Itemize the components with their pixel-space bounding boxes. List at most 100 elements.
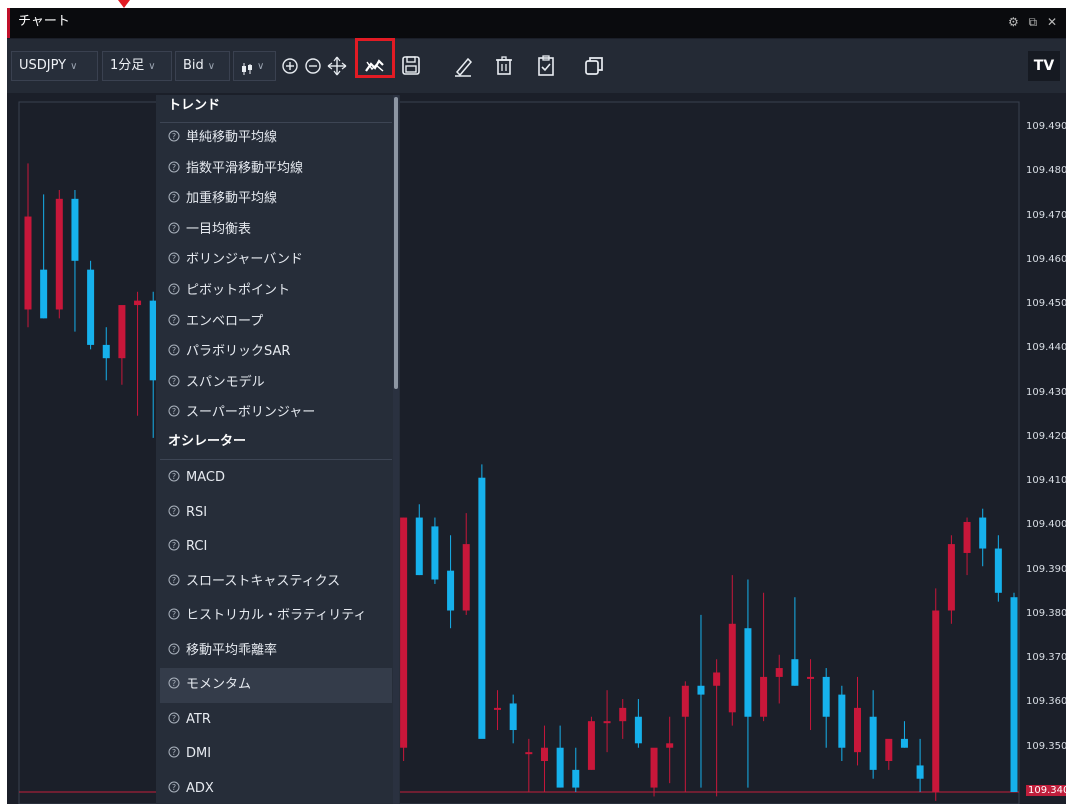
menu-item[interactable]: ? 単純移動平均線 [160, 123, 392, 154]
candle-body [650, 747, 658, 788]
draw-button[interactable] [452, 53, 474, 79]
candle-body [900, 738, 908, 748]
help-circle-icon[interactable]: ? [168, 130, 180, 144]
menu-item[interactable]: ? 指数平滑移動平均線 [160, 154, 392, 185]
help-circle-icon[interactable]: ? [168, 344, 180, 358]
svg-text:?: ? [172, 224, 176, 233]
zoom-in-button[interactable] [280, 53, 300, 79]
menu-item[interactable]: ? 移動平均乖離率 [160, 634, 392, 669]
help-circle-icon[interactable]: ? [168, 643, 180, 657]
menu-scrollbar-thumb[interactable] [394, 97, 398, 389]
menu-item[interactable]: ? ヒストリカル・ボラティリティ [160, 599, 392, 634]
duplicate-button[interactable] [583, 53, 605, 79]
price-tick-label: 109.410 [1026, 475, 1066, 487]
menu-item[interactable]: ? 一目均衡表 [160, 215, 392, 246]
candle-body [947, 544, 955, 611]
menu-item[interactable]: ? 加重移動平均線 [160, 184, 392, 215]
menu-item[interactable]: ? スーパーボリンジャー [160, 398, 392, 429]
menu-item[interactable]: ? DMI [160, 737, 392, 772]
help-circle-icon[interactable]: ? [168, 746, 180, 760]
symbol-select[interactable]: USDJPY ∨ [11, 51, 98, 81]
menu-item[interactable]: ? エンベロープ [160, 307, 392, 338]
svg-text:?: ? [172, 748, 176, 757]
menu-item-label: スーパーボリンジャー [186, 405, 316, 421]
zoom-out-icon [305, 58, 321, 74]
help-circle-icon[interactable]: ? [168, 608, 180, 622]
help-circle-icon[interactable]: ? [168, 191, 180, 205]
svg-text:?: ? [172, 679, 176, 688]
menu-item[interactable]: ? パラボリックSAR [160, 337, 392, 368]
price-tick-label: 109.400 [1026, 519, 1066, 531]
help-circle-icon[interactable]: ? [168, 539, 180, 553]
interval-select[interactable]: 1分足 ∨ [102, 51, 172, 81]
help-circle-icon[interactable]: ? [168, 574, 180, 588]
candle-body [572, 769, 580, 788]
candle-body [447, 570, 455, 611]
menu-item[interactable]: ? ボリンジャーバンド [160, 245, 392, 276]
svg-text:?: ? [172, 783, 176, 792]
copy-window-icon [585, 57, 603, 75]
menu-item-label: スローストキャスティクス [186, 573, 341, 589]
svg-text:?: ? [172, 132, 176, 141]
help-circle-icon[interactable]: ? [168, 470, 180, 484]
menu-item[interactable]: ? スパンモデル [160, 368, 392, 399]
candle-body [619, 707, 627, 722]
candle-body [102, 344, 110, 359]
price-tick-label: 109.350 [1026, 740, 1066, 752]
zoom-out-button[interactable] [303, 53, 323, 79]
menu-item-label: 指数平滑移動平均線 [186, 160, 304, 176]
candle-body [494, 707, 502, 710]
help-circle-icon[interactable]: ? [168, 283, 180, 297]
price-tick-label: 109.490 [1026, 121, 1066, 132]
candle-body [603, 721, 611, 724]
menu-item[interactable]: ? RCI [160, 530, 392, 565]
menu-item[interactable]: ? モメンタム [160, 668, 392, 703]
menu-item-label: 移動平均乖離率 [186, 642, 278, 658]
candle-body [118, 305, 126, 359]
menu-item-label: スパンモデル [186, 374, 265, 390]
candle-body [853, 707, 861, 753]
svg-text:?: ? [172, 714, 176, 723]
window-controls[interactable]: ⚙ ⧉ ✕ [1008, 8, 1060, 36]
pan-button[interactable] [327, 53, 347, 79]
menu-item[interactable]: ? ATR [160, 703, 392, 738]
template-button[interactable] [535, 53, 557, 79]
save-button[interactable] [400, 53, 422, 79]
price-type-select[interactable]: Bid ∨ [175, 51, 230, 81]
menu-item[interactable]: ? ADX [160, 772, 392, 804]
price-tick-label: 109.390 [1026, 563, 1066, 575]
menu-item-label: RSI [186, 504, 208, 520]
chart-type-select[interactable]: ∨ [233, 51, 276, 81]
menu-item[interactable]: ? ピボットポイント [160, 276, 392, 307]
menu-item[interactable]: ? スローストキャスティクス [160, 565, 392, 600]
candle-body [71, 198, 79, 261]
menu-item-label: ピボットポイント [186, 283, 291, 298]
clipboard-check-icon [538, 55, 554, 76]
candle-body [791, 659, 799, 686]
candle-body [744, 628, 752, 717]
svg-text:?: ? [172, 541, 176, 550]
candle-body [869, 716, 877, 770]
help-circle-icon[interactable]: ? [168, 677, 180, 691]
help-circle-icon[interactable]: ? [168, 161, 180, 175]
help-circle-icon[interactable]: ? [168, 314, 180, 328]
candle-body [24, 216, 32, 310]
candle-body [415, 517, 423, 576]
svg-text:?: ? [172, 254, 176, 263]
candle-body [807, 676, 815, 679]
menu-item-label: パラボリックSAR [186, 344, 291, 360]
menu-item[interactable]: ? MACD [160, 461, 392, 496]
menu-item[interactable]: ? RSI [160, 496, 392, 531]
symbol-select-value: USDJPY [19, 58, 67, 73]
help-circle-icon[interactable]: ? [168, 252, 180, 266]
price-tick-label: 109.360 [1026, 696, 1066, 708]
help-circle-icon[interactable]: ? [168, 712, 180, 726]
help-circle-icon[interactable]: ? [168, 375, 180, 389]
help-circle-icon[interactable]: ? [168, 505, 180, 519]
help-circle-icon[interactable]: ? [168, 405, 180, 419]
svg-text:?: ? [172, 472, 176, 481]
help-circle-icon[interactable]: ? [168, 781, 180, 795]
help-circle-icon[interactable]: ? [168, 222, 180, 236]
price-tick-label: 109.480 [1026, 165, 1066, 177]
delete-button[interactable] [493, 53, 515, 79]
